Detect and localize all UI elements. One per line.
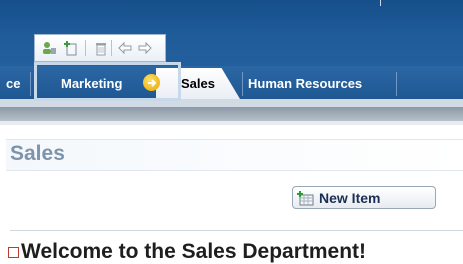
trash-icon[interactable] bbox=[92, 39, 110, 57]
page-title: Sales bbox=[10, 142, 65, 165]
sub-header-strip bbox=[0, 121, 463, 125]
page-title-bar: Sales bbox=[6, 139, 463, 171]
left-arrow-icon[interactable] bbox=[116, 39, 134, 57]
tab-divider bbox=[242, 72, 243, 96]
heading-marker-icon bbox=[8, 247, 19, 258]
toolbar-separator bbox=[111, 40, 112, 56]
content-divider bbox=[10, 230, 463, 231]
user-icon[interactable] bbox=[40, 39, 58, 57]
new-item-icon bbox=[297, 190, 315, 206]
tab-previous-label: ce bbox=[6, 76, 21, 91]
tab-human-resources[interactable]: Human Resources bbox=[246, 68, 398, 99]
new-item-button[interactable]: New Item bbox=[292, 186, 436, 209]
tab-divider bbox=[30, 72, 31, 96]
new-item-label: New Item bbox=[319, 189, 381, 206]
welcome-text: Welcome to the Sales Department! bbox=[21, 240, 367, 263]
tab-sales-label: Sales bbox=[181, 76, 215, 91]
go-arrow-icon[interactable] bbox=[143, 74, 160, 91]
right-arrow-icon[interactable] bbox=[136, 39, 154, 57]
welcome-heading: Welcome to the Sales Department! bbox=[8, 240, 366, 264]
tab-human-resources-label: Human Resources bbox=[248, 76, 363, 91]
add-document-icon[interactable] bbox=[62, 39, 80, 57]
header-divider bbox=[380, 0, 381, 6]
toolbar-separator bbox=[85, 40, 86, 56]
sub-header-strip bbox=[0, 107, 463, 121]
tab-divider bbox=[396, 72, 397, 96]
